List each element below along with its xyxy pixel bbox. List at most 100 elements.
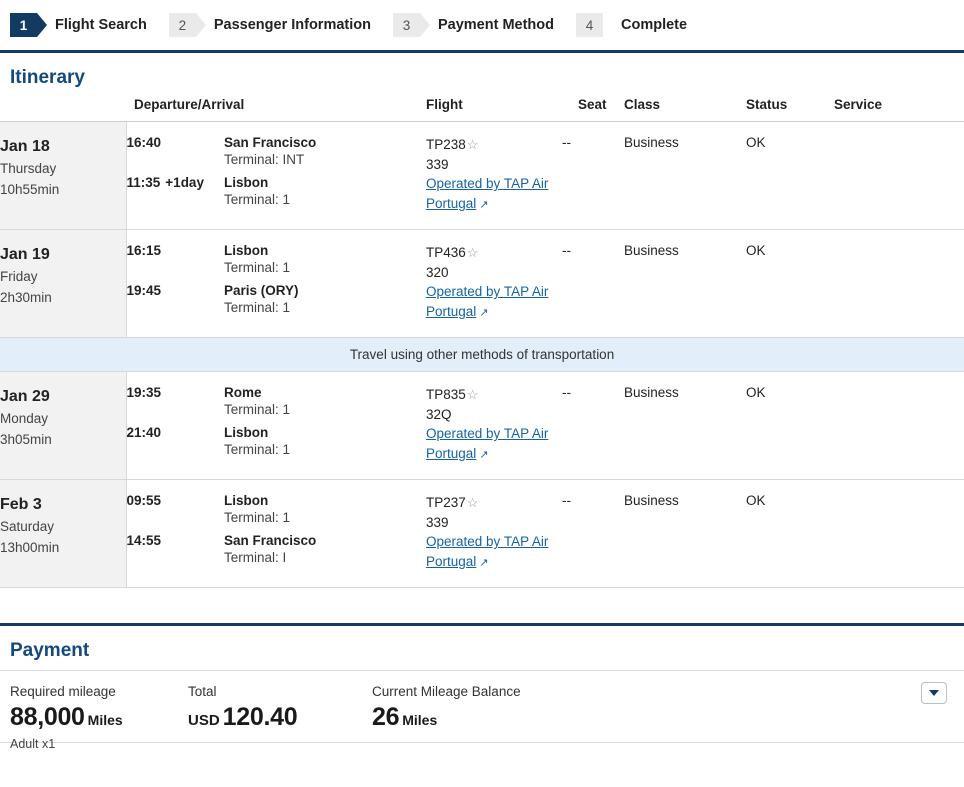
step-badge-2: 2 xyxy=(168,13,206,37)
required-mileage-value: 88,000 xyxy=(10,703,85,731)
step-label-1: Flight Search xyxy=(55,17,147,33)
itinerary-header: Departure/Arrival Flight Seat Class Stat… xyxy=(0,97,964,122)
star-icon: ☆ xyxy=(466,137,479,152)
booking-page: 1 Flight Search 2 Passenger Information … xyxy=(0,0,964,787)
row-duration: 10h55min xyxy=(0,181,60,197)
operated-by-group[interactable]: Operated by TAP Air Portugal ↗ xyxy=(426,282,562,322)
arrive-time: 19:45 xyxy=(126,283,162,298)
row-time-cell: 19:35 21:40 xyxy=(126,371,225,480)
row-date: Jan 18 xyxy=(0,138,50,155)
row-weekday: Thursday xyxy=(0,161,57,177)
operated-by-group[interactable]: Operated by TAP Air Portugal ↗ xyxy=(426,424,562,464)
row-place-cell: Rome Terminal: 1 Lisbon Terminal: 1 xyxy=(224,371,427,480)
col-flight: Flight xyxy=(426,97,563,122)
table-row: Feb 3 Saturday 13h00min 09:55 14:55 Lisb… xyxy=(0,479,964,588)
row-weekday: Friday xyxy=(0,269,38,285)
depart-place-group: Lisbon Terminal: 1 xyxy=(224,493,426,533)
row-weekday: Saturday xyxy=(0,519,55,535)
row-status: OK xyxy=(746,479,835,588)
aircraft-code: 32Q xyxy=(426,406,452,422)
itinerary-body: Jan 18 Thursday 10h55min 16:40 11:35 +1da… xyxy=(0,121,964,588)
depart-time: 19:35 xyxy=(126,385,162,400)
depart-place: Lisbon xyxy=(224,493,269,508)
row-class: Business xyxy=(624,371,747,480)
row-seat: -- xyxy=(562,371,625,480)
flight-number: TP835 xyxy=(426,387,466,402)
step-label-4: Complete xyxy=(621,17,688,33)
total-label: Total xyxy=(188,684,217,699)
row-time-cell: 16:40 11:35 +1day xyxy=(126,121,225,230)
star-icon: ☆ xyxy=(466,387,479,402)
row-service xyxy=(834,229,964,338)
col-service: Service xyxy=(834,97,964,122)
depart-time-group: 16:40 xyxy=(127,135,225,175)
step-badge-3: 3 xyxy=(392,13,430,37)
external-link-icon: ↗ xyxy=(479,198,489,211)
flight-number: TP238 xyxy=(426,137,466,152)
arrive-place-group: San Francisco Terminal: I xyxy=(224,533,426,573)
step-flight-search[interactable]: 1 Flight Search xyxy=(10,13,147,37)
step-payment-method[interactable]: 3 Payment Method xyxy=(392,13,554,37)
arrive-place: San Francisco xyxy=(224,533,317,548)
depart-place-group: San Francisco Terminal: INT xyxy=(224,135,426,175)
depart-place: Lisbon xyxy=(224,243,269,258)
other-transport-banner: Travel using other methods of transporta… xyxy=(0,337,964,372)
itinerary-title: Itinerary xyxy=(10,67,85,88)
table-row: Jan 18 Thursday 10h55min 16:40 11:35 +1da… xyxy=(0,121,964,230)
aircraft-code: 339 xyxy=(426,514,449,530)
arrive-place-group: Paris (ORY) Terminal: 1 xyxy=(224,283,426,323)
row-duration: 2h30min xyxy=(0,289,52,305)
progress-steps: 1 Flight Search 2 Passenger Information … xyxy=(0,0,964,53)
row-date-cell: Jan 19 Friday 2h30min xyxy=(0,229,127,338)
row-time-cell: 16:15 19:45 xyxy=(126,229,225,338)
mileage-balance-block: Current Mileage Balance 26 Miles xyxy=(372,684,632,732)
row-weekday: Monday xyxy=(0,411,49,427)
row-place-cell: Lisbon Terminal: 1 Paris (ORY) Terminal:… xyxy=(224,229,427,338)
row-date: Jan 29 xyxy=(0,388,50,405)
arrive-time: 21:40 xyxy=(126,425,162,440)
flight-number-group: TP238☆ xyxy=(426,135,562,155)
flight-number: TP237 xyxy=(426,495,466,510)
arrive-terminal: Terminal: 1 xyxy=(224,192,291,207)
required-mileage-value-group: 88,000 Miles xyxy=(10,703,188,732)
external-link-icon: ↗ xyxy=(479,448,489,461)
row-date: Feb 3 xyxy=(0,496,42,513)
row-date-cell: Jan 29 Monday 3h05min xyxy=(0,371,127,480)
external-link-icon: ↗ xyxy=(479,306,489,319)
operated-by-group[interactable]: Operated by TAP Air Portugal ↗ xyxy=(426,174,562,214)
depart-time-group: 16:15 xyxy=(127,243,225,283)
arrive-place: Lisbon xyxy=(224,175,269,190)
row-seat: -- xyxy=(562,479,625,588)
col-departure-arrival: Departure/Arrival xyxy=(126,97,427,122)
operated-by-group[interactable]: Operated by TAP Air Portugal ↗ xyxy=(426,532,562,572)
row-status: OK xyxy=(746,121,835,230)
payment-summary: Required mileage 88,000 Miles Adult x1 To… xyxy=(0,671,964,751)
caret-down-icon xyxy=(929,690,939,696)
total-value: 120.40 xyxy=(222,703,298,731)
mileage-balance-value-group: 26 Miles xyxy=(372,703,632,732)
step-complete[interactable]: 4 Complete xyxy=(576,13,687,37)
passenger-note: Adult x1 xyxy=(10,737,56,751)
depart-time-group: 19:35 xyxy=(127,385,225,425)
col-class: Class xyxy=(624,97,747,122)
row-time-cell: 09:55 14:55 xyxy=(126,479,224,588)
arrive-terminal: Terminal: I xyxy=(224,550,287,565)
payment-title: Payment xyxy=(10,640,90,661)
payment-expand-button[interactable] xyxy=(921,682,947,704)
mileage-balance-label: Current Mileage Balance xyxy=(372,684,521,699)
depart-terminal: Terminal: 1 xyxy=(224,260,291,275)
row-service xyxy=(834,121,964,230)
row-class: Business xyxy=(624,229,747,338)
step-passenger-information[interactable]: 2 Passenger Information xyxy=(168,13,371,37)
required-mileage-block: Required mileage 88,000 Miles Adult x1 xyxy=(10,684,188,751)
external-link-icon: ↗ xyxy=(479,556,489,569)
row-service xyxy=(834,479,964,588)
row-flight-cell: TP238☆ 339 Operated by TAP Air Portugal ↗ xyxy=(426,121,563,230)
row-date-cell: Feb 3 Saturday 13h00min xyxy=(0,479,127,588)
table-row: Jan 19 Friday 2h30min 16:15 19:45 Lisbon xyxy=(0,229,964,338)
depart-place-group: Lisbon Terminal: 1 xyxy=(224,243,426,283)
flight-number-group: TP237☆ xyxy=(426,493,562,513)
row-service xyxy=(834,371,964,480)
total-value-group: USD 120.40 xyxy=(188,703,372,732)
arrive-terminal: Terminal: 1 xyxy=(224,442,291,457)
